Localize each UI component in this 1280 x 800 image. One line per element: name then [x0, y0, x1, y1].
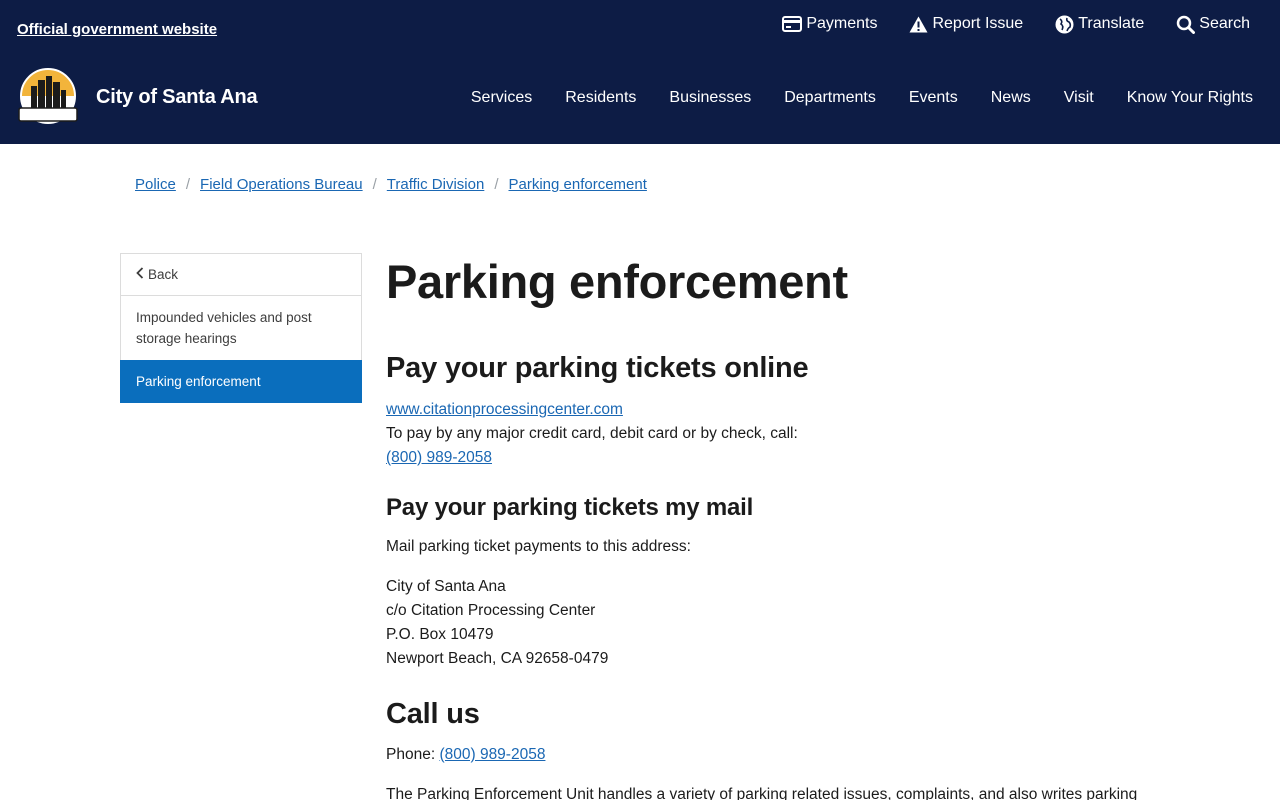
side-nav-item-parking-enforcement[interactable]: Parking enforcement: [120, 360, 362, 403]
nav-services[interactable]: Services: [454, 88, 548, 108]
site-name: City of Santa Ana: [96, 85, 258, 108]
report-issue-link[interactable]: Report Issue: [909, 13, 1023, 35]
address-line: Newport Beach, CA 92658-0479: [386, 650, 609, 667]
payments-label: Payments: [806, 15, 878, 32]
online-pay-text: To pay by any major credit card, debit c…: [386, 425, 798, 442]
side-nav-back-label: Back: [148, 267, 179, 282]
nav-residents[interactable]: Residents: [549, 88, 653, 108]
translate-label: Translate: [1078, 15, 1145, 32]
city-seal-logo: [17, 68, 79, 126]
nav-departments[interactable]: Departments: [768, 88, 893, 108]
search-link[interactable]: Search: [1176, 13, 1250, 35]
nav-news[interactable]: News: [974, 88, 1047, 108]
breadcrumb-traffic-division[interactable]: Traffic Division: [387, 176, 485, 193]
citation-center-link[interactable]: www.citationprocessingcenter.com: [386, 401, 623, 418]
online-heading: Pay your parking tickets online: [386, 352, 809, 384]
translate-link[interactable]: Translate: [1055, 13, 1144, 35]
search-icon: [1176, 15, 1196, 34]
breadcrumb-separator: /: [372, 176, 377, 193]
nav-businesses[interactable]: Businesses: [653, 88, 768, 108]
utility-nav: Payments Report Issue Translate Search: [782, 13, 1250, 35]
breadcrumb-parking-enforcement[interactable]: Parking enforcement: [509, 176, 647, 193]
warning-icon: [909, 16, 928, 33]
brand[interactable]: City of Santa Ana: [17, 68, 258, 126]
breadcrumb: Police / Field Operations Bureau / Traff…: [135, 176, 647, 193]
nav-events[interactable]: Events: [892, 88, 974, 108]
globe-icon: [1055, 15, 1074, 34]
online-section: www.citationprocessingcenter.com To pay …: [386, 398, 798, 470]
breadcrumb-separator: /: [185, 176, 191, 193]
mail-address: City of Santa Ana c/o Citation Processin…: [386, 575, 608, 671]
credit-card-icon: [782, 16, 803, 32]
official-government-link[interactable]: Official government website: [17, 21, 217, 38]
side-nav-back-button[interactable]: Back: [121, 254, 361, 296]
call-phone-label: Phone:: [386, 746, 436, 763]
breadcrumb-separator: /: [494, 176, 499, 193]
main-nav: Services Residents Businesses Department…: [454, 88, 1253, 108]
address-line: c/o Citation Processing Center: [386, 602, 596, 619]
mail-heading: Pay your parking tickets my mail: [386, 494, 754, 521]
side-nav: Back Impounded vehicles and post storage…: [120, 253, 362, 403]
nav-visit[interactable]: Visit: [1047, 88, 1110, 108]
nav-know-your-rights[interactable]: Know Your Rights: [1110, 88, 1253, 108]
call-phone-link[interactable]: (800) 989-2058: [439, 746, 545, 763]
chevron-left-icon: [136, 267, 144, 282]
call-phone-row: Phone: (800) 989-2058: [386, 743, 545, 767]
report-issue-label: Report Issue: [932, 15, 1024, 32]
page-title: Parking enforcement: [386, 255, 848, 308]
side-nav-item-impounded-vehicles[interactable]: Impounded vehicles and post storage hear…: [121, 296, 361, 360]
breadcrumb-field-operations-bureau[interactable]: Field Operations Bureau: [200, 176, 363, 193]
search-label: Search: [1199, 15, 1250, 32]
breadcrumb-police[interactable]: Police: [135, 176, 176, 193]
call-heading: Call us: [386, 698, 480, 730]
address-line: P.O. Box 10479: [386, 626, 494, 643]
call-description: The Parking Enforcement Unit handles a v…: [386, 786, 1138, 800]
payments-link[interactable]: Payments: [782, 13, 877, 35]
mail-intro: Mail parking ticket payments to this add…: [386, 538, 691, 555]
address-line: City of Santa Ana: [386, 578, 506, 595]
online-phone-link[interactable]: (800) 989-2058: [386, 449, 492, 466]
site-header: Official government website Payments Rep…: [0, 0, 1280, 144]
